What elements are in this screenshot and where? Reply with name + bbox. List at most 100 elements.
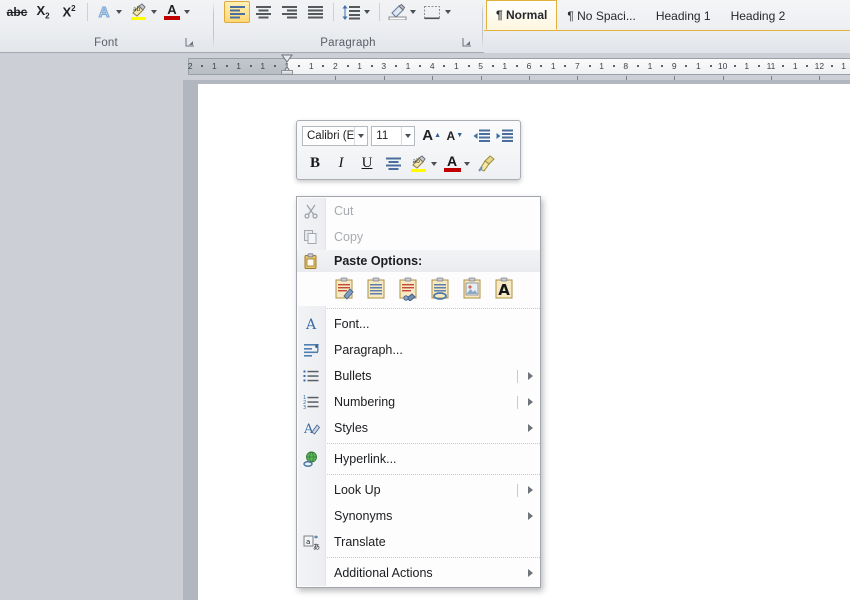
- paragraph-dialog-launcher[interactable]: [462, 37, 473, 48]
- ruler-dot: [540, 65, 543, 67]
- increase-indent-button[interactable]: [493, 125, 516, 147]
- paste-merge-formatting-button[interactable]: [363, 275, 391, 303]
- chevron-down-icon[interactable]: [445, 10, 451, 14]
- font-color-button[interactable]: A: [161, 1, 183, 23]
- menu-item-translate[interactable]: a あ Translate: [297, 529, 540, 555]
- ruler-dot: [588, 65, 591, 67]
- chevron-down-icon[interactable]: [464, 161, 470, 166]
- submenu-arrow-icon[interactable]: [518, 424, 540, 432]
- style-item-normal[interactable]: ¶ Normal: [486, 0, 558, 30]
- font-name-combo[interactable]: Calibri (E: [302, 125, 369, 146]
- align-left-button[interactable]: [224, 1, 250, 23]
- submenu-arrow-icon[interactable]: [518, 486, 540, 494]
- font-color-button[interactable]: A: [441, 153, 463, 175]
- text-highlight-color-button[interactable]: ab: [406, 153, 430, 175]
- menu-separator: [327, 443, 540, 444]
- submenu-arrow-icon[interactable]: [518, 512, 540, 520]
- ruler-dot: [636, 65, 639, 67]
- ruler-tick-label: 1: [357, 61, 362, 71]
- mini-toolbar-row-2: B I U ab A: [297, 149, 520, 177]
- chevron-down-icon[interactable]: [400, 126, 414, 145]
- style-item-label: Heading 1: [655, 8, 711, 23]
- ruler-tick-label: 6: [526, 61, 532, 71]
- decrease-indent-button[interactable]: [469, 125, 492, 147]
- underline-button[interactable]: U: [354, 153, 380, 175]
- menu-item-paragraph[interactable]: ¶ Paragraph...: [297, 337, 540, 363]
- menu-item-label: Synonyms: [334, 509, 393, 523]
- ruler-dot: [612, 65, 615, 67]
- ruler-tick-label: 8: [623, 61, 629, 71]
- chevron-down-icon[interactable]: [364, 10, 370, 14]
- context-menu: Cut Copy Paste Options: A A Font... Para…: [296, 196, 541, 588]
- paste-as-picture-button[interactable]: [459, 275, 487, 303]
- chevron-down-icon[interactable]: [354, 126, 367, 145]
- paste-link-button[interactable]: [427, 275, 455, 303]
- submenu-arrow-icon[interactable]: [518, 569, 540, 577]
- mini-toolbar-row-1: Calibri (E 11 A ▲ A ▼: [297, 121, 520, 149]
- font-a-icon: A: [297, 312, 325, 336]
- ruler-strip: 2 1 1 1 1 1 2 1 3 1 4 1 5 1 6 1 7 1 8 1 9 1 10 1 11 1 12 1: [0, 53, 850, 80]
- text-highlight-color-button[interactable]: ab: [126, 1, 150, 23]
- style-item-label: ¶ No Spaci...: [567, 8, 636, 23]
- format-painter-button[interactable]: [474, 153, 498, 175]
- ruler-tick-label: 1: [744, 61, 750, 71]
- ruler-tick-label: 1: [308, 61, 314, 71]
- line-spacing-button[interactable]: [339, 1, 363, 23]
- menu-item-cut[interactable]: Cut: [297, 198, 540, 224]
- ruler-tick-label: 1: [260, 61, 266, 71]
- shading-button[interactable]: [385, 1, 409, 23]
- chevron-down-icon[interactable]: [184, 10, 190, 14]
- menu-item-look-up[interactable]: Look Up: [297, 477, 540, 503]
- shrink-font-button[interactable]: A ▼: [443, 125, 466, 147]
- grow-font-button[interactable]: A ▲: [420, 125, 443, 147]
- paste-special-button[interactable]: [395, 275, 423, 303]
- menu-item-copy[interactable]: Copy: [297, 224, 540, 250]
- menu-item-numbering[interactable]: 123 Numbering: [297, 389, 540, 415]
- superscript-button[interactable]: X2: [56, 1, 82, 23]
- center-button[interactable]: [380, 153, 406, 175]
- ruler-dot: [757, 65, 760, 67]
- strikethrough-button[interactable]: abc: [4, 1, 30, 23]
- chevron-down-icon[interactable]: [116, 10, 122, 14]
- menu-item-synonyms[interactable]: Synonyms: [297, 503, 540, 529]
- italic-button[interactable]: I: [328, 153, 354, 175]
- menu-item-label: Copy: [334, 230, 364, 244]
- borders-button[interactable]: [420, 1, 444, 23]
- style-item-no-spacing[interactable]: ¶ No Spaci...: [557, 0, 645, 30]
- subscript-button[interactable]: X2: [30, 1, 56, 23]
- menu-item-bullets[interactable]: Bullets: [297, 363, 540, 389]
- style-item-heading-2[interactable]: Heading 2: [721, 0, 796, 30]
- ruler-dot: [322, 65, 325, 67]
- submenu-arrow-icon[interactable]: [518, 372, 540, 380]
- chevron-down-icon[interactable]: [431, 161, 437, 166]
- chevron-down-icon[interactable]: [410, 10, 416, 14]
- font-dialog-launcher[interactable]: [185, 37, 196, 48]
- left-indent-marker[interactable]: [281, 70, 293, 75]
- menu-item-additional-actions[interactable]: Additional Actions: [297, 560, 540, 586]
- ruler-tick-label: 1: [236, 61, 241, 71]
- ruler-dot: [491, 65, 494, 67]
- menu-item-styles[interactable]: A Styles: [297, 415, 540, 441]
- menu-icon-slot: [297, 504, 325, 528]
- menu-item-font[interactable]: A Font...: [297, 311, 540, 337]
- ruler-tick-label: 1: [550, 61, 556, 71]
- submenu-arrow-icon[interactable]: [518, 398, 540, 406]
- paste-text-only-button[interactable]: A: [491, 275, 519, 303]
- justify-button[interactable]: [302, 1, 328, 23]
- menu-item-label: Numbering: [334, 395, 396, 409]
- menu-item-label: Cut: [334, 204, 354, 218]
- style-item-heading-1[interactable]: Heading 1: [646, 0, 721, 30]
- align-right-button[interactable]: [276, 1, 302, 23]
- text-effects-button[interactable]: A: [93, 1, 115, 23]
- hyperlink-globe-icon: [297, 447, 325, 471]
- paste-options-row: A: [297, 272, 540, 306]
- ruler-dot: [443, 65, 446, 67]
- menu-item-hyperlink[interactable]: Hyperlink...: [297, 446, 540, 472]
- chevron-down-icon[interactable]: [151, 10, 157, 14]
- font-size-combo[interactable]: 11: [371, 125, 415, 146]
- align-center-button[interactable]: [250, 1, 276, 23]
- paste-keep-source-formatting-button[interactable]: [331, 275, 359, 303]
- menu-icon-slot: [297, 561, 325, 585]
- bold-button[interactable]: B: [302, 153, 328, 175]
- ruler-dot: [273, 65, 276, 67]
